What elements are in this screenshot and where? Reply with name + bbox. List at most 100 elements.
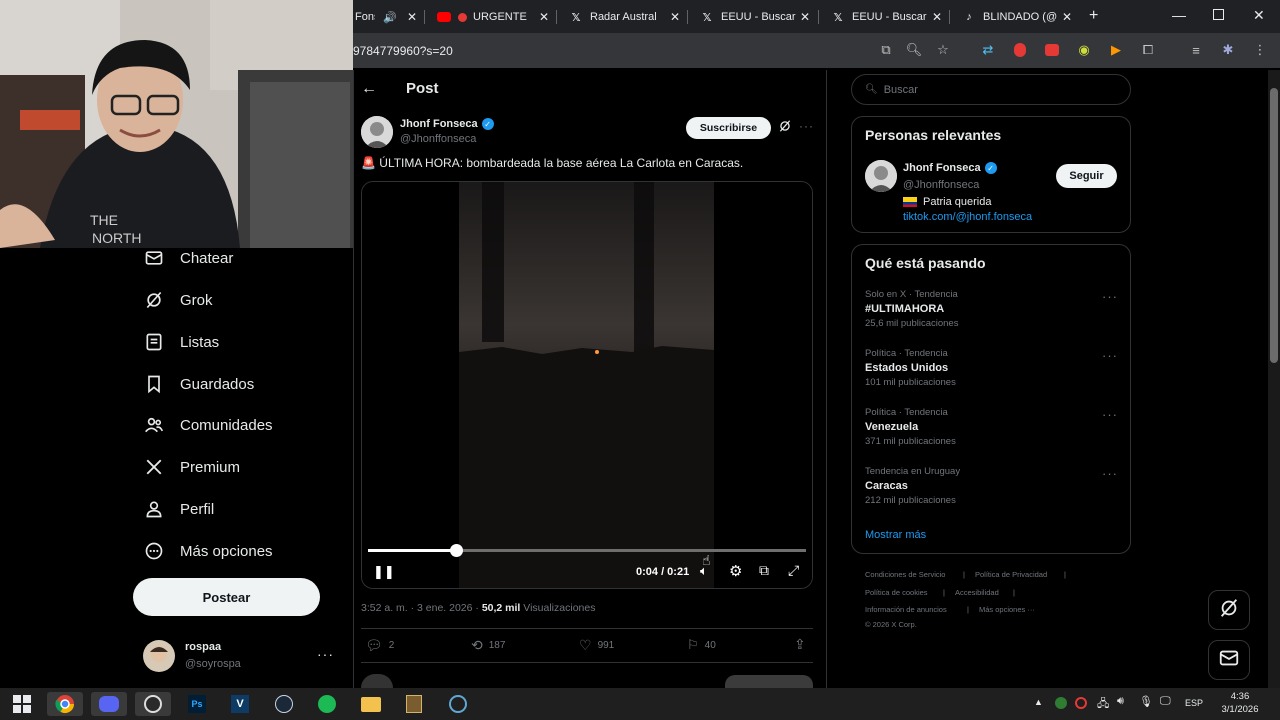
tab-fonseca[interactable]: Fonseca 🔊 ✕	[355, 5, 417, 29]
person-link[interactable]: tiktok.com/@jhonf.fonseca	[903, 211, 1032, 223]
tray-chevron-icon[interactable]: ▲	[1034, 697, 1043, 707]
close-icon[interactable]: ✕	[932, 10, 942, 24]
trend-item[interactable]: Política · Tendencia Venezuela 371 mil p…	[865, 407, 956, 447]
tab-blindado[interactable]: ♪ BLINDADO (@ ✕	[962, 5, 1072, 29]
footer-terms-link[interactable]: Condiciones de Servicio	[865, 570, 945, 579]
vegas-taskbar-icon[interactable]: V	[222, 692, 258, 716]
close-icon[interactable]: ✕	[539, 10, 549, 24]
back-arrow-icon[interactable]: ←	[361, 80, 377, 98]
messages-float-button[interactable]	[1208, 640, 1250, 680]
reply-button[interactable]: 💬︎ 2	[365, 637, 394, 654]
extension-green-icon[interactable]: ◉	[1074, 40, 1094, 60]
tab-eeuu-2[interactable]: 𝕏 EEUU - Buscar ✕	[831, 5, 942, 29]
trend-item[interactable]: Política · Tendencia Estados Unidos 101 …	[865, 348, 956, 388]
nav-item-guardados[interactable]: Guardados	[143, 369, 254, 399]
author-name-row[interactable]: Jhonf Fonseca ✓	[400, 118, 494, 130]
footer-privacy-link[interactable]: Política de Privacidad	[975, 570, 1047, 579]
microphone-icon[interactable]: 🎙︎	[1139, 695, 1153, 708]
windows-start-icon[interactable]	[4, 692, 40, 716]
more-icon[interactable]: ···	[1102, 348, 1118, 363]
repost-button[interactable]: ⟲ 187	[471, 637, 505, 654]
fullscreen-icon[interactable]: ⤢	[788, 562, 799, 579]
show-more-link[interactable]: Mostrar más	[865, 529, 926, 541]
extension-translate-icon[interactable]: ⇄	[978, 40, 998, 60]
close-window-button[interactable]: ✕	[1253, 7, 1265, 24]
video-player[interactable]: ❚❚ 0:04 / 0:21 🔈︎ ⚙ ⧉ ⤢	[361, 181, 813, 589]
person-name-row[interactable]: Jhonf Fonseca ✓	[903, 162, 997, 174]
close-icon[interactable]: ✕	[800, 10, 810, 24]
app-taskbar-icon[interactable]	[440, 692, 476, 716]
grok-icon[interactable]	[778, 119, 792, 133]
tab-urgente[interactable]: URGENTE ✕	[437, 5, 549, 29]
restore-button[interactable]	[1213, 9, 1224, 20]
nav-item-comunidades[interactable]: Comunidades	[143, 410, 273, 440]
chrome-menu-icon[interactable]: ⋮	[1250, 40, 1270, 60]
address-bar[interactable]: 9784779960?s=20	[353, 44, 453, 58]
video-scrubber-handle[interactable]	[449, 544, 463, 557]
tab-radar-austral[interactable]: 𝕏 Radar Austral ✕	[569, 5, 680, 29]
new-tab-button[interactable]: +	[1089, 7, 1098, 25]
close-icon[interactable]: ✕	[1062, 10, 1072, 24]
network-icon[interactable]: 🖧︎	[1097, 695, 1109, 714]
tray-app-icon[interactable]	[1055, 697, 1067, 709]
tab-eeuu-1[interactable]: 𝕏 EEUU - Buscar ✕	[700, 5, 810, 29]
file-explorer-taskbar-icon[interactable]	[353, 692, 389, 716]
trend-item[interactable]: Solo en X · Tendencia #ULTIMAHORA 25,6 m…	[865, 289, 958, 329]
discord-taskbar-icon[interactable]	[91, 692, 127, 716]
media-control-icon[interactable]: ≡	[1186, 40, 1206, 60]
close-icon[interactable]: ✕	[670, 10, 680, 24]
more-icon[interactable]: ···	[799, 119, 814, 133]
chrome-taskbar-icon[interactable]	[47, 692, 83, 716]
footer-ads-link[interactable]: Información de anuncios	[865, 605, 947, 614]
footer-accessibility-link[interactable]: Accesibilidad	[955, 588, 999, 597]
person-avatar[interactable]	[865, 160, 897, 192]
nav-item-listas[interactable]: Listas	[143, 327, 219, 357]
close-icon[interactable]: ✕	[407, 10, 417, 24]
cast-icon[interactable]: ⧉	[876, 40, 896, 60]
bookmark-button[interactable]: ⚐ 40	[687, 637, 716, 653]
nav-item-mas-opciones[interactable]: Más opciones	[143, 536, 273, 566]
footer-more-link[interactable]: Más opciones ···	[979, 605, 1035, 614]
nav-item-chatear[interactable]: Chatear	[143, 243, 233, 273]
picture-in-picture-icon[interactable]: ⧉	[759, 562, 769, 579]
spotify-taskbar-icon[interactable]	[309, 692, 345, 716]
game-taskbar-icon[interactable]	[396, 692, 432, 716]
minimize-button[interactable]: —	[1172, 7, 1186, 23]
author-avatar[interactable]	[361, 116, 393, 148]
extensions-puzzle-icon[interactable]: ⧠	[1138, 40, 1158, 60]
zoom-icon[interactable]: 🔍︎	[904, 40, 924, 60]
steam-taskbar-icon[interactable]	[266, 692, 302, 716]
footer-cookies-link[interactable]: Política de cookies	[865, 588, 928, 597]
more-icon[interactable]: ···	[317, 646, 334, 662]
post-button[interactable]: Postear	[133, 578, 320, 616]
extension-play-icon[interactable]: ▶	[1106, 40, 1126, 60]
like-button[interactable]: ♡ 991	[579, 637, 614, 654]
display-icon[interactable]: 🖵︎	[1160, 695, 1171, 708]
extension-video-icon[interactable]	[1042, 40, 1062, 60]
clock[interactable]: 4:36 3/1/2026	[1214, 690, 1266, 716]
follow-button[interactable]: Seguir	[1056, 164, 1117, 188]
search-input[interactable]: 🔍︎ Buscar	[851, 74, 1131, 105]
language-indicator[interactable]: ESP	[1185, 698, 1203, 708]
bookmark-star-icon[interactable]: ☆	[933, 40, 953, 60]
share-icon[interactable]: ⇪	[794, 636, 806, 653]
reply-button-partial[interactable]	[725, 675, 813, 688]
obs-taskbar-icon[interactable]	[135, 692, 171, 716]
more-icon[interactable]: ···	[1102, 289, 1118, 304]
more-icon[interactable]: ···	[1102, 407, 1118, 422]
more-icon[interactable]: ···	[1102, 466, 1118, 481]
extension-red-icon[interactable]	[1010, 40, 1030, 60]
photoshop-taskbar-icon[interactable]: Ps	[179, 692, 215, 716]
nav-item-perfil[interactable]: Perfil	[143, 494, 214, 524]
nav-item-premium[interactable]: Premium	[143, 452, 240, 482]
tray-recording-icon[interactable]	[1075, 697, 1087, 709]
profile-icon[interactable]: ✱	[1218, 40, 1238, 60]
nav-item-grok[interactable]: Grok	[143, 285, 213, 315]
subscribe-button[interactable]: Suscribirse	[686, 117, 771, 139]
grok-float-button[interactable]	[1208, 590, 1250, 630]
pause-icon[interactable]: ❚❚	[373, 564, 395, 580]
scrollbar-thumb[interactable]	[1270, 88, 1278, 363]
settings-icon[interactable]: ⚙	[729, 562, 742, 580]
trend-item[interactable]: Tendencia en Uruguay Caracas 212 mil pub…	[865, 466, 960, 506]
volume-icon[interactable]: 🔊︎	[1117, 695, 1124, 708]
